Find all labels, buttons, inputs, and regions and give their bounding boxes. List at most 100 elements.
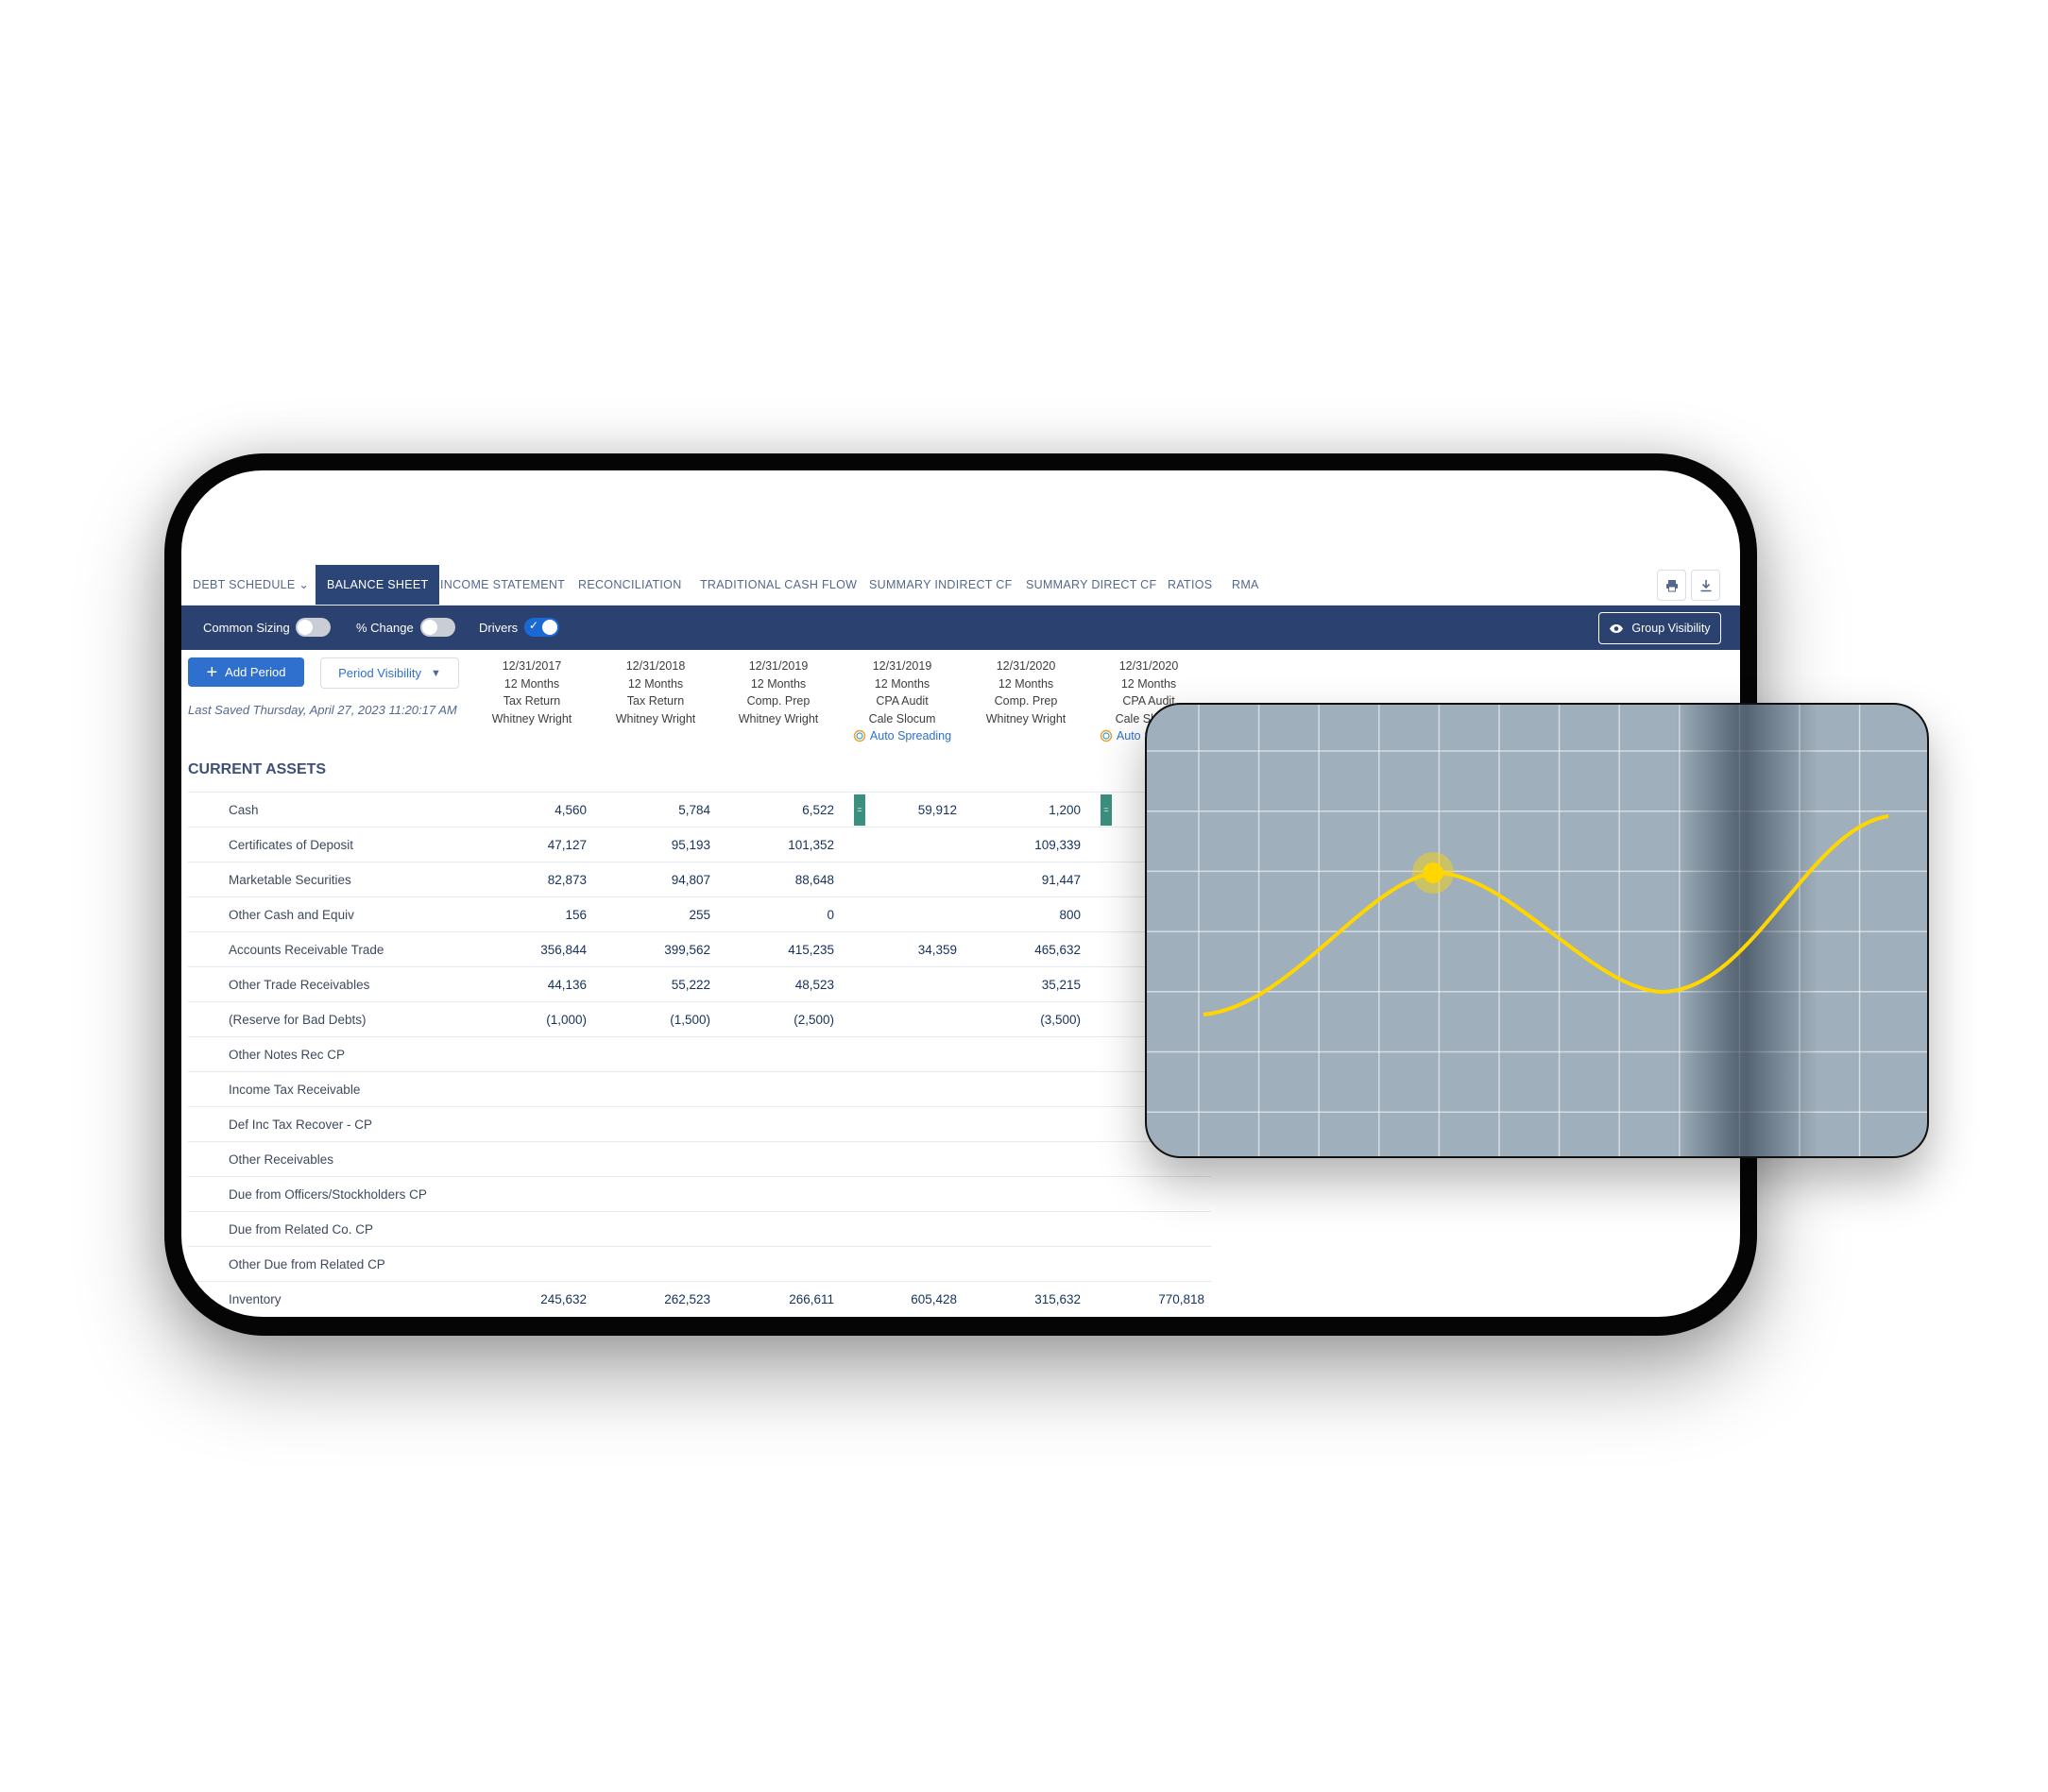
period-header[interactable]: 12/31/2018 12 Months Tax Return Whitney Wri… <box>594 657 717 727</box>
cell-value[interactable]: 800 <box>967 897 1081 932</box>
caret-down-icon: ▼ <box>431 667 441 679</box>
cell-value[interactable]: 34,359 <box>844 932 957 967</box>
tab-label: SUMMARY DIRECT CF <box>1026 578 1157 591</box>
tab-balance-sheet[interactable]: BALANCE SHEET <box>316 565 440 605</box>
cell-value[interactable]: 101,352 <box>721 828 834 862</box>
period-header[interactable]: 12/31/2017 12 Months Tax Return Whitney Wri… <box>470 657 593 727</box>
tab-ratios[interactable]: RATIOS <box>1168 565 1212 605</box>
row-label: Cash <box>229 803 259 817</box>
print-button[interactable] <box>1657 570 1686 601</box>
table-row: Inventory 245,632 262,523 266,611 605,428 315… <box>188 1281 1211 1317</box>
tab-label: RATIOS <box>1168 578 1213 591</box>
common-sizing-label: Common Sizing <box>203 621 290 635</box>
cell-value[interactable]: 82,873 <box>473 862 587 897</box>
cell-value[interactable]: 605,428 <box>844 1282 957 1317</box>
pct-change-label: % Change <box>356 621 414 635</box>
table-row: Cash 4,560 5,784 6,522 59,912 1,200 = = <box>188 792 1211 828</box>
period-visibility-dropdown[interactable]: Period Visibility ▼ <box>320 657 459 689</box>
period-preparer: Whitney Wright <box>738 711 819 725</box>
cell-value[interactable]: 6,522 <box>721 793 834 828</box>
tab-bar: DEBT SCHEDULE ⌄ BALANCE SHEET INCOME STATE… <box>181 565 1740 606</box>
cell-value[interactable]: 356,844 <box>473 932 587 967</box>
tab-summary-direct-cf[interactable]: SUMMARY DIRECT CF <box>1026 565 1156 605</box>
tab-income-statement[interactable]: INCOME STATEMENT <box>440 565 565 605</box>
cell-value[interactable]: 399,562 <box>597 932 710 967</box>
cell-value[interactable]: 262,523 <box>597 1282 710 1317</box>
cell-value[interactable]: 315,632 <box>967 1282 1081 1317</box>
cell-value[interactable]: 35,215 <box>967 967 1081 1002</box>
cell-value[interactable]: 266,611 <box>721 1282 834 1317</box>
chart-overlay-card <box>1145 703 1929 1158</box>
download-button[interactable] <box>1691 570 1720 601</box>
period-type: Tax Return <box>503 694 561 708</box>
common-sizing-toggle[interactable] <box>296 618 331 637</box>
cell-value[interactable]: 1,200 <box>967 793 1081 828</box>
row-label: Marketable Securities <box>229 873 351 887</box>
period-duration: 12 Months <box>1120 676 1177 691</box>
cell-value[interactable]: (1,500) <box>597 1002 710 1037</box>
plus-icon: + <box>206 661 218 683</box>
period-type: Comp. Prep <box>746 694 811 708</box>
cell-value[interactable]: 48,523 <box>721 967 834 1002</box>
period-header[interactable]: 12/31/2019 12 Months CPA Audit Cale Slocum A… <box>841 657 964 745</box>
table-row: Other Notes Rec CP <box>188 1036 1211 1072</box>
table-row: Due from Related Co. CP <box>188 1211 1211 1247</box>
cell-value[interactable]: 44,136 <box>473 967 587 1002</box>
tab-rma[interactable]: RMA <box>1232 565 1259 605</box>
last-saved-text: Last Saved Thursday, April 27, 2023 11:2… <box>188 703 457 717</box>
tab-label: INCOME STATEMENT <box>440 578 566 591</box>
group-visibility-button[interactable]: Group Visibility <box>1598 612 1721 644</box>
equals-marker-icon[interactable]: = <box>854 794 865 826</box>
tab-reconciliation[interactable]: RECONCILIATION <box>578 565 682 605</box>
cell-value[interactable]: 0 <box>721 897 834 932</box>
cell-value[interactable]: 91,447 <box>967 862 1081 897</box>
add-period-button[interactable]: + Add Period <box>188 657 304 687</box>
tab-label: RECONCILIATION <box>578 578 682 591</box>
tab-traditional-cash-flow[interactable]: TRADITIONAL CASH FLOW <box>700 565 857 605</box>
table-row: Def Inc Tax Recover - CP <box>188 1106 1211 1142</box>
auto-spreading-label: Auto Spreading <box>869 729 952 742</box>
cell-value[interactable]: 245,632 <box>473 1282 587 1317</box>
pct-change-toggle[interactable] <box>420 618 455 637</box>
table-row: Other Due from Related CP <box>188 1246 1211 1282</box>
table-row: Other Cash and Equiv 156 255 0 800 <box>188 896 1211 932</box>
period-preparer: Whitney Wright <box>985 711 1067 725</box>
cell-value[interactable]: 88,648 <box>721 862 834 897</box>
cell-value[interactable]: (3,500) <box>967 1002 1081 1037</box>
period-date: 12/31/2019 <box>872 659 932 673</box>
period-date: 12/31/2019 <box>748 659 809 673</box>
cell-value[interactable]: 109,339 <box>967 828 1081 862</box>
tab-summary-indirect-cf[interactable]: SUMMARY INDIRECT CF <box>869 565 1013 605</box>
row-label: Certificates of Deposit <box>229 838 354 852</box>
cell-value[interactable]: 770,818 <box>1091 1282 1204 1317</box>
cell-value[interactable]: (2,500) <box>721 1002 834 1037</box>
cell-value[interactable]: 95,193 <box>597 828 710 862</box>
cell-value[interactable]: 55,222 <box>597 967 710 1002</box>
cell-value[interactable]: 47,127 <box>473 828 587 862</box>
cell-value[interactable]: 156 <box>473 897 587 932</box>
tab-label: SUMMARY INDIRECT CF <box>869 578 1013 591</box>
drivers-toggle[interactable]: ✓ <box>524 618 559 637</box>
period-header[interactable]: 12/31/2020 12 Months Comp. Prep Whitney Wri… <box>964 657 1087 727</box>
row-label: Income Tax Receivable <box>229 1083 361 1097</box>
cell-value[interactable]: 465,632 <box>967 932 1081 967</box>
cell-value[interactable]: 4,560 <box>473 793 587 828</box>
cell-value[interactable]: (1,000) <box>473 1002 587 1037</box>
cell-value[interactable]: 5,784 <box>597 793 710 828</box>
period-date: 12/31/2017 <box>502 659 562 673</box>
group-visibility-label: Group Visibility <box>1631 622 1711 635</box>
tab-debt-schedule[interactable]: DEBT SCHEDULE ⌄ <box>193 565 309 605</box>
cell-value[interactable]: 255 <box>597 897 710 932</box>
table-row: Certificates of Deposit 47,127 95,193 101,3… <box>188 827 1211 862</box>
auto-spreading-icon <box>853 730 866 742</box>
period-duration: 12 Months <box>750 676 807 691</box>
cell-value[interactable]: 415,235 <box>721 932 834 967</box>
tab-label: BALANCE SHEET <box>327 578 429 591</box>
auto-spreading-link[interactable]: Auto Spreading <box>841 727 964 745</box>
period-header[interactable]: 12/31/2019 12 Months Comp. Prep Whitney Wri… <box>717 657 840 727</box>
equals-marker-icon[interactable]: = <box>1101 794 1112 826</box>
period-type: Comp. Prep <box>994 694 1058 708</box>
row-label: Other Notes Rec CP <box>229 1048 346 1062</box>
cell-value[interactable]: 94,807 <box>597 862 710 897</box>
row-label: Other Receivables <box>229 1152 334 1167</box>
